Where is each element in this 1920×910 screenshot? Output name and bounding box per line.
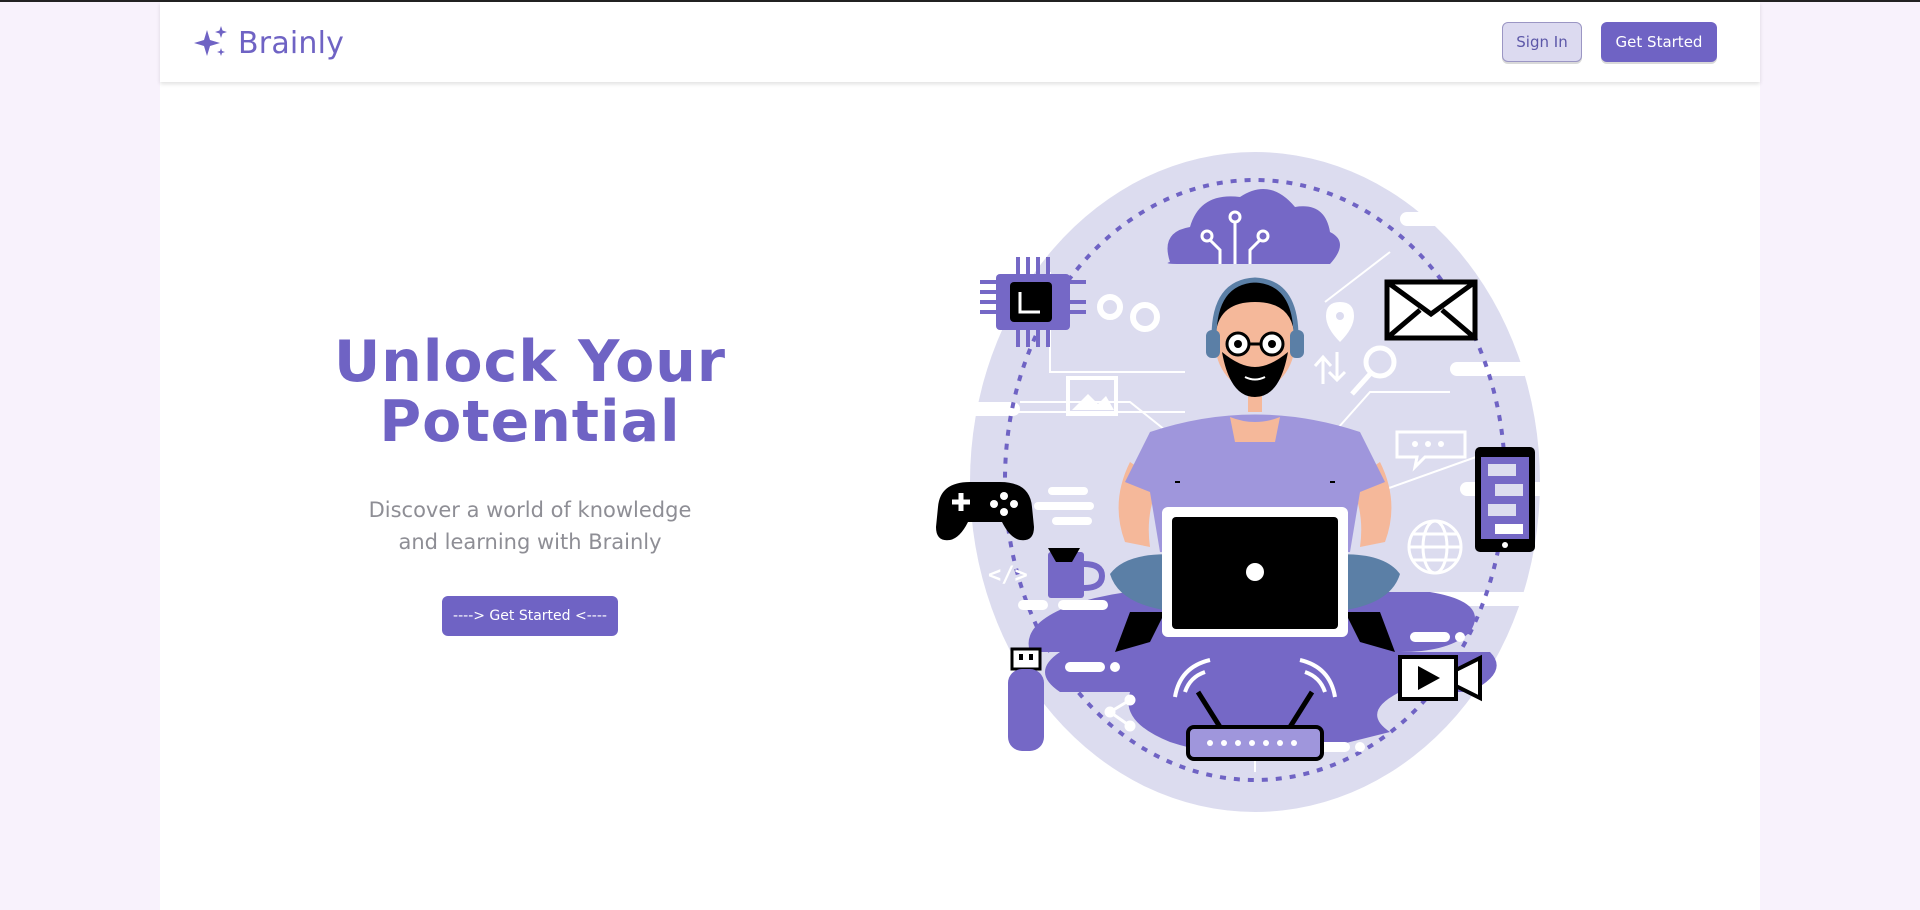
sparkles-icon xyxy=(194,26,227,56)
hero-get-started-button[interactable]: ----> Get Started <---- xyxy=(442,596,618,636)
usb-icon xyxy=(1008,647,1044,751)
get-started-button[interactable]: Get Started xyxy=(1601,22,1717,62)
hero-subtitle: Discover a world of knowledge and learni… xyxy=(300,494,760,558)
video-camera-icon xyxy=(1398,654,1482,702)
hero-title: Unlock Your Potential xyxy=(300,332,760,452)
logo[interactable]: Brainly xyxy=(192,24,344,62)
svg-text:</>: </> xyxy=(988,563,1028,588)
hero-title-line1: Unlock Your xyxy=(334,329,726,395)
hero-illustration: </> xyxy=(936,152,1550,812)
hero-subtitle-line2: and learning with Brainly xyxy=(398,530,662,554)
sign-in-button[interactable]: Sign In xyxy=(1502,22,1582,62)
hero-text: Unlock Your Potential Discover a world o… xyxy=(300,332,760,636)
hero-subtitle-line1: Discover a world of knowledge xyxy=(368,498,692,522)
tablet-icon xyxy=(1475,447,1535,552)
code-icon: </> xyxy=(988,563,1028,588)
hero-title-line2: Potential xyxy=(379,389,681,455)
laptop-icon xyxy=(1162,507,1348,637)
brand-name: Brainly xyxy=(238,25,345,61)
page-container: Brainly Sign In Get Started Unlock Your … xyxy=(160,2,1760,910)
envelope-icon xyxy=(1384,279,1478,341)
navbar: Brainly Sign In Get Started xyxy=(160,2,1760,82)
